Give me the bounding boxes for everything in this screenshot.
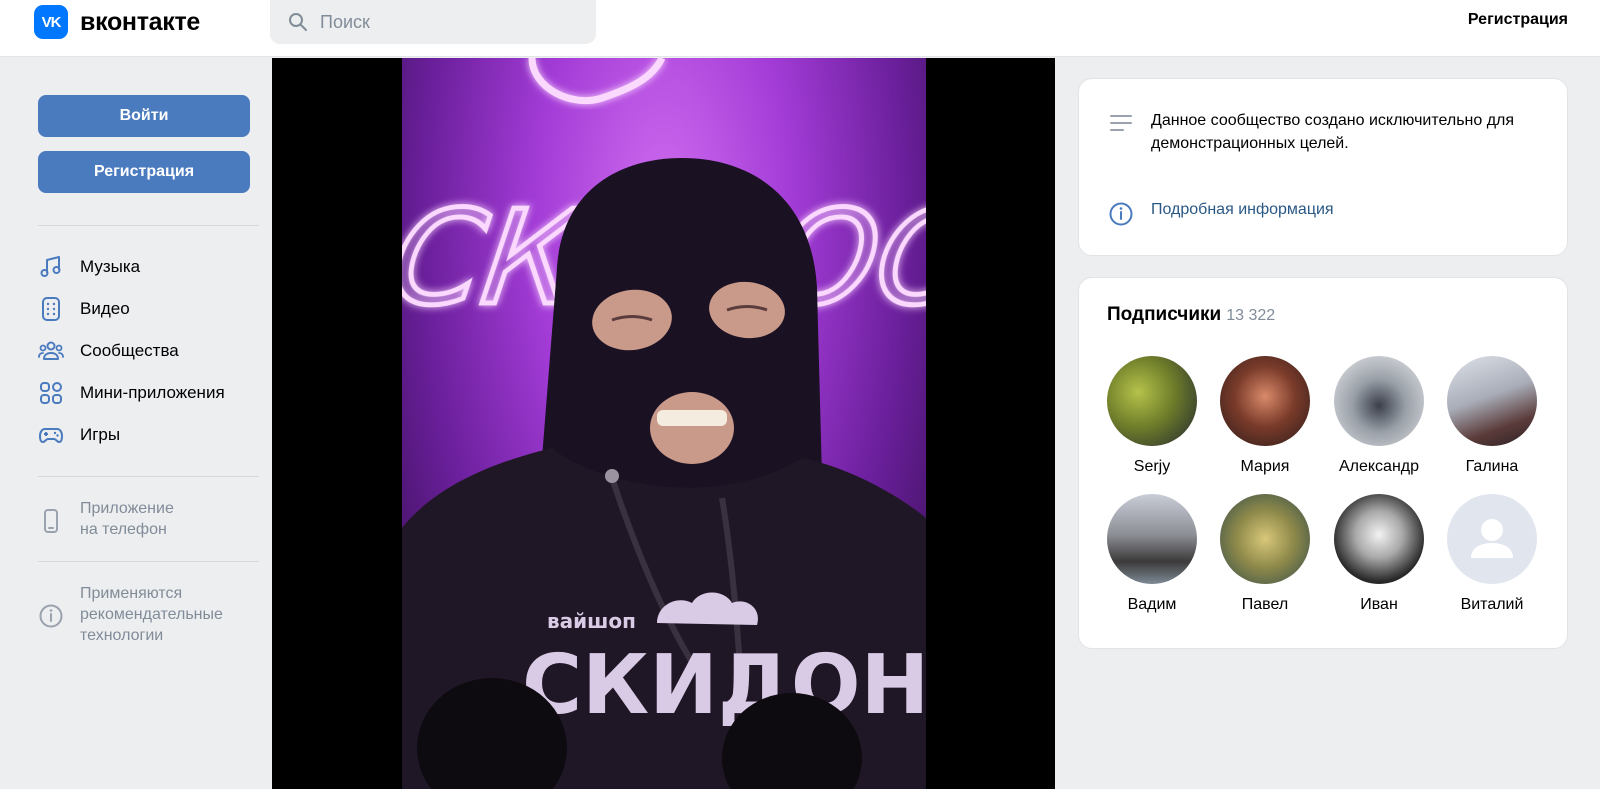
sidebar-item-label: Видео xyxy=(80,299,130,318)
avatar xyxy=(1447,356,1537,446)
register-button[interactable]: Регистрация xyxy=(38,151,250,193)
sidebar-divider xyxy=(38,476,259,477)
vk-logo-text: вконтакте xyxy=(80,7,201,36)
video-frame: СКИДОО вайшоп СКИДОН xyxy=(402,58,926,789)
recommendation-line: Применяются xyxy=(80,585,183,602)
video-still-image: СКИДОО вайшоп СКИДОН xyxy=(402,58,926,789)
subscriber-name: Павел xyxy=(1241,596,1289,613)
sidebar-item-communities[interactable]: Сообщества xyxy=(38,336,179,366)
sidebar-item-mini-apps[interactable]: Мини-приложения xyxy=(38,378,225,408)
subscriber-item[interactable]: Мария xyxy=(1210,356,1320,476)
sidebar-item-video[interactable]: Видео xyxy=(38,294,130,324)
vk-logo-icon: VK xyxy=(34,5,68,39)
avatar xyxy=(1334,356,1424,446)
sidebar-divider xyxy=(38,561,259,562)
community-info-card: Данное сообщество создано исключительно … xyxy=(1078,78,1568,256)
sidebar-item-label: Сообщества xyxy=(80,341,179,360)
subscriber-item[interactable]: Вадим xyxy=(1097,494,1207,614)
subscriber-item[interactable]: Галина xyxy=(1437,356,1547,476)
mobile-app-line: Приложение xyxy=(80,500,174,517)
mobile-app-link[interactable]: Приложение на телефон xyxy=(38,498,174,540)
avatar xyxy=(1107,356,1197,446)
subscriber-item[interactable]: Иван xyxy=(1324,494,1434,614)
search-icon xyxy=(289,13,307,31)
search-input[interactable]: Поиск xyxy=(270,0,596,44)
subscribers-count: 13 322 xyxy=(1226,307,1276,324)
top-bar: VK вконтакте Поиск Регистрация xyxy=(0,0,1600,57)
sidebar-item-games[interactable]: Игры xyxy=(38,420,120,450)
search-placeholder: Поиск xyxy=(320,11,370,32)
mobile-app-label: Приложение на телефон xyxy=(80,498,174,540)
recommendation-line: технологии xyxy=(80,627,164,644)
avatar xyxy=(1107,494,1197,584)
recommendation-tech-label: Применяются рекомендательные технологии xyxy=(80,583,223,646)
subscribers-title-text: Подписчики xyxy=(1107,304,1222,325)
gamepad-icon xyxy=(39,428,63,443)
avatar xyxy=(1334,494,1424,584)
subscribers-title[interactable]: Подписчики 13 322 xyxy=(1107,304,1275,326)
info-icon xyxy=(1109,202,1133,226)
subscriber-name: Виталий xyxy=(1460,596,1524,613)
subscriber-name: Галина xyxy=(1465,458,1519,475)
header-register-link[interactable]: Регистрация xyxy=(1468,11,1568,29)
phone-icon xyxy=(44,509,58,533)
hoodie-small-text: вайшоп xyxy=(547,609,636,633)
subscriber-item[interactable]: Павел xyxy=(1210,494,1320,614)
video-icon xyxy=(42,297,60,321)
communities-icon xyxy=(38,341,64,360)
recommendation-tech-link[interactable]: Применяются рекомендательные технологии xyxy=(38,583,223,646)
subscriber-item[interactable]: Александр xyxy=(1324,356,1434,476)
sidebar-divider xyxy=(38,225,259,226)
subscriber-name: Александр xyxy=(1338,458,1420,475)
community-description: Данное сообщество создано исключительно … xyxy=(1151,112,1515,152)
avatar xyxy=(1220,494,1310,584)
subscriber-name: Serjy xyxy=(1133,458,1171,475)
subscriber-name: Вадим xyxy=(1127,596,1177,613)
sidebar-item-label: Музыка xyxy=(80,257,141,276)
video-player[interactable]: СКИДОО вайшоп СКИДОН xyxy=(272,58,1055,789)
sidebar-item-label: Игры xyxy=(80,425,121,444)
mobile-app-line: на телефон xyxy=(80,521,167,538)
music-icon xyxy=(40,256,61,277)
subscriber-name: Иван xyxy=(1360,596,1398,613)
info-icon xyxy=(39,604,63,628)
subscriber-name: Мария xyxy=(1240,458,1290,475)
vk-logo[interactable]: VK вконтакте xyxy=(34,5,200,39)
more-info-link[interactable]: Подробная информация xyxy=(1151,201,1334,219)
subscriber-item[interactable]: Serjy xyxy=(1097,356,1207,476)
subscribers-card: Подписчики 13 322 Serjy Мария Александр Г… xyxy=(1078,277,1568,649)
subscriber-item[interactable]: Виталий xyxy=(1437,494,1547,614)
hoodie-big-text: СКИДОН xyxy=(522,638,926,733)
avatar xyxy=(1220,356,1310,446)
mini-apps-icon xyxy=(40,382,62,404)
recommendation-line: рекомендательные xyxy=(80,606,223,623)
login-button[interactable]: Войти xyxy=(38,95,250,137)
sidebar-item-label: Мини-приложения xyxy=(80,383,225,402)
sidebar-item-music[interactable]: Музыка xyxy=(38,252,140,282)
description-icon xyxy=(1110,115,1132,131)
user-icon xyxy=(1471,519,1513,558)
avatar-placeholder xyxy=(1447,494,1537,584)
